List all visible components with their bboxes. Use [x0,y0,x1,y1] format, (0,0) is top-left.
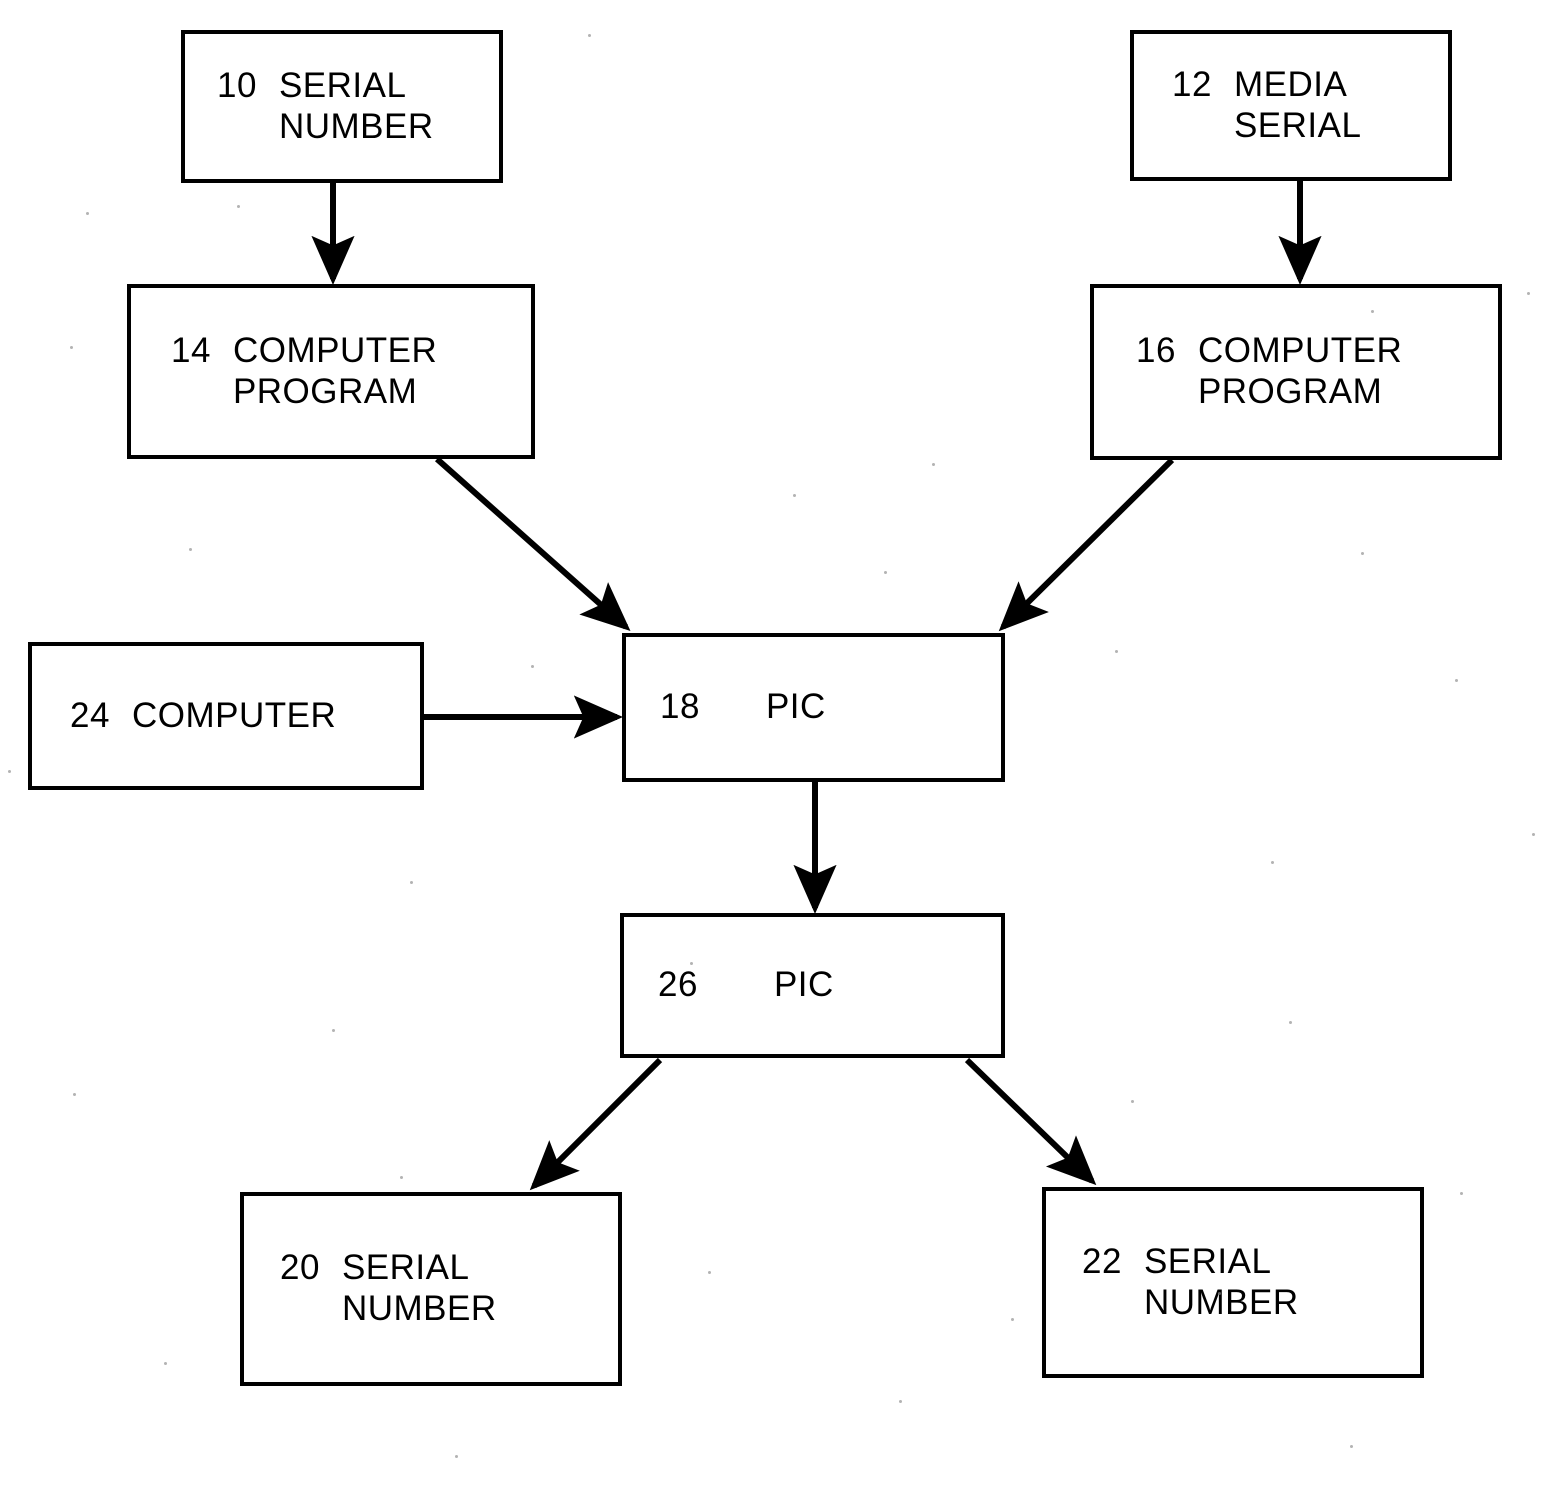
scan-speck [164,1362,167,1365]
scan-speck [708,1271,711,1274]
node-ref-18: 18 [660,687,700,727]
node-label-24: COMPUTER [131,695,337,735]
node-ref-22: 22 [1082,1241,1122,1281]
scan-speck [400,1176,403,1179]
scan-speck [332,1029,335,1032]
scan-speck [8,770,11,773]
node-media-serial-12: 12 MEDIA SERIAL [1130,30,1452,181]
node-label-20: SERIAL NUMBER [341,1248,497,1328]
scan-speck [455,1455,458,1458]
scan-speck [884,571,887,574]
scan-speck [70,346,73,349]
node-label-14: COMPUTER PROGRAM [232,330,438,411]
scan-speck [410,881,413,884]
scan-speck [1527,292,1530,295]
scan-speck [73,1093,76,1096]
scan-speck [932,463,935,466]
scan-speck [793,494,796,497]
node-ref-24: 24 [70,695,110,735]
scan-speck [1350,1445,1353,1448]
node-serial-number-10: 10 SERIAL NUMBER [181,30,503,183]
scan-speck [531,665,534,668]
node-serial-number-22: 22 SERIAL NUMBER [1042,1187,1424,1378]
scan-speck [1371,310,1374,313]
node-computer-program-14: 14 COMPUTER PROGRAM [127,284,535,459]
node-ref-16: 16 [1136,331,1176,371]
arrow-14-to-18 [435,456,631,631]
arrow-26-to-22 [964,1057,1097,1186]
scan-speck [1460,1192,1463,1195]
scan-speck [899,1400,902,1403]
scan-speck [1455,679,1458,682]
scan-speck [1271,861,1274,864]
scan-speck [86,212,89,215]
node-label-12: MEDIA SERIAL [1233,64,1362,145]
scan-speck [588,34,591,37]
node-ref-12: 12 [1172,64,1212,104]
node-ref-20: 20 [280,1248,320,1288]
node-computer-24: 24 COMPUTER [28,642,424,790]
node-label-26: PIC [773,965,834,1005]
node-ref-26: 26 [658,965,698,1005]
node-computer-program-16: 16 COMPUTER PROGRAM [1090,284,1502,460]
scan-speck [1532,833,1535,836]
scan-speck [690,962,693,965]
node-pic-26: 26 PIC [620,913,1005,1058]
arrow-26-to-20 [529,1057,663,1191]
scan-speck [1131,1100,1134,1103]
node-label-22: SERIAL NUMBER [1143,1241,1299,1322]
scan-speck [1361,552,1364,555]
node-pic-18: 18 PIC [622,633,1005,782]
scan-speck [1218,1292,1221,1295]
node-ref-14: 14 [171,330,211,370]
patent-diagram-canvas: 10 SERIAL NUMBER 12 MEDIA SERIAL 14 COMP… [0,0,1561,1495]
node-label-10: SERIAL NUMBER [278,65,434,146]
scan-speck [237,205,240,208]
node-label-18: PIC [765,687,826,727]
scan-speck [1011,1318,1014,1321]
scan-speck [1289,1021,1292,1024]
scan-speck [189,548,192,551]
node-ref-10: 10 [217,65,257,105]
arrow-16-to-18 [998,457,1175,632]
node-label-16: COMPUTER PROGRAM [1197,331,1403,411]
node-serial-number-20: 20 SERIAL NUMBER [240,1192,622,1386]
scan-speck [1115,650,1118,653]
